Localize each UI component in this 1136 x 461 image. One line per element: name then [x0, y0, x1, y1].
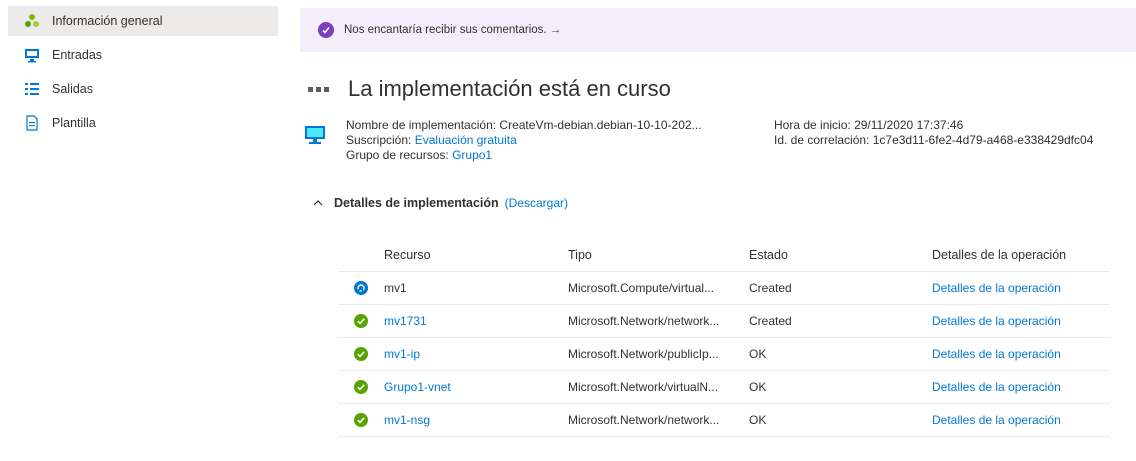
sidebar-item-inputs[interactable]: Entradas	[8, 40, 278, 70]
main-content: Nos encantaría recibir sus comentarios. …	[300, 0, 1136, 461]
operation-details-link[interactable]: Detalles de la operación	[932, 281, 1110, 295]
status-cell	[338, 281, 384, 295]
start-time-label: Hora de inicio:	[774, 118, 851, 132]
template-icon	[24, 115, 40, 131]
resource-group-label: Grupo de recursos:	[346, 148, 449, 162]
feedback-text: Nos encantaría recibir sus comentarios. …	[344, 24, 562, 36]
sidebar-item-label: Información general	[52, 14, 163, 28]
success-icon	[354, 380, 368, 394]
table-row: mv1 Microsoft.Compute/virtual... Created…	[338, 272, 1110, 305]
resource-state: OK	[749, 413, 767, 427]
in-progress-dots-icon	[308, 85, 332, 93]
resource-state: Created	[749, 314, 792, 328]
info-column-left: Nombre de implementación: CreateVm-debia…	[346, 118, 702, 163]
subscription-link[interactable]: Evaluación gratuita	[415, 133, 517, 147]
download-link[interactable]: (Descargar)	[505, 196, 568, 210]
page-header: La implementación está en curso	[308, 76, 671, 102]
operation-details-link[interactable]: Detalles de la operación	[932, 347, 1110, 361]
success-icon	[354, 314, 368, 328]
status-cell	[338, 347, 384, 361]
sidebar-item-label: Entradas	[52, 48, 103, 62]
sidebar-item-overview[interactable]: Información general	[8, 6, 278, 36]
success-icon	[354, 413, 368, 427]
resource-type: Microsoft.Network/network...	[568, 314, 720, 328]
operation-details-link[interactable]: Detalles de la operación	[932, 413, 1110, 427]
outputs-icon	[24, 81, 40, 97]
table-row: mv1731 Microsoft.Network/network... Crea…	[338, 305, 1110, 338]
page-title: La implementación está en curso	[348, 76, 671, 101]
resource-group-link[interactable]: Grupo1	[452, 148, 492, 162]
table-row: Grupo1-vnet Microsoft.Network/virtualN..…	[338, 371, 1110, 404]
correlation-id-label: Id. de correlación:	[774, 133, 870, 147]
resource-type: Microsoft.Network/network...	[568, 413, 720, 427]
resource-name: mv1	[384, 281, 407, 295]
sidebar-item-label: Salidas	[52, 82, 93, 96]
success-icon	[354, 347, 368, 361]
resource-link[interactable]: mv1-nsg	[384, 413, 568, 427]
deployment-info: Nombre de implementación: CreateVm-debia…	[300, 118, 1136, 170]
table-row: mv1-ip Microsoft.Network/publicIp... OK …	[338, 338, 1110, 371]
resource-state: Created	[749, 281, 792, 295]
status-cell	[338, 314, 384, 328]
sidebar-item-template[interactable]: Plantilla	[8, 108, 278, 138]
deployment-details-toggle[interactable]: Detalles de implementación (Descargar)	[312, 196, 568, 210]
details-title: Detalles de implementación	[334, 196, 499, 210]
overview-icon	[24, 13, 40, 29]
subscription-label: Suscripción:	[346, 133, 412, 147]
column-header-resource: Recurso	[384, 247, 431, 262]
resource-type: Microsoft.Network/virtualN...	[568, 380, 719, 394]
deployment-resources-table: Recurso Tipo Estado Detalles de la opera…	[338, 238, 1110, 437]
deployment-name-label: Nombre de implementación:	[346, 118, 497, 132]
column-header-type: Tipo	[568, 247, 592, 262]
table-header-row: Recurso Tipo Estado Detalles de la opera…	[338, 238, 1110, 272]
deployment-name-value: CreateVm-debian.debian-10-10-202...	[499, 118, 702, 132]
status-cell	[338, 380, 384, 394]
start-time-value: 29/11/2020 17:37:46	[854, 118, 964, 132]
resource-link[interactable]: Grupo1-vnet	[384, 380, 568, 394]
virtual-machine-icon	[304, 124, 326, 146]
resource-link[interactable]: mv1-ip	[384, 347, 568, 361]
operation-details-link[interactable]: Detalles de la operación	[932, 380, 1110, 394]
sidebar-item-outputs[interactable]: Salidas	[8, 74, 278, 104]
sidebar-item-label: Plantilla	[52, 116, 96, 130]
resource-link[interactable]: mv1731	[384, 314, 568, 328]
operation-details-link[interactable]: Detalles de la operación	[932, 314, 1110, 328]
in-progress-icon	[354, 281, 368, 295]
resource-state: OK	[749, 347, 767, 361]
inputs-icon	[24, 47, 40, 63]
status-cell	[338, 413, 384, 427]
feedback-banner[interactable]: Nos encantaría recibir sus comentarios. …	[300, 8, 1136, 52]
heart-icon	[318, 22, 334, 38]
resource-type: Microsoft.Network/publicIp...	[568, 347, 719, 361]
info-column-right: Hora de inicio: 29/11/2020 17:37:46 Id. …	[774, 118, 1093, 148]
column-header-state: Estado	[749, 247, 788, 262]
chevron-up-icon	[312, 197, 324, 209]
resource-type: Microsoft.Compute/virtual...	[568, 281, 715, 295]
resource-state: OK	[749, 380, 767, 394]
sidebar: Información general Entradas Salidas Pla…	[0, 0, 290, 461]
column-header-operation-details: Detalles de la operación	[932, 247, 1067, 262]
table-row: mv1-nsg Microsoft.Network/network... OK …	[338, 404, 1110, 437]
correlation-id-value: 1c7e3d11-6fe2-4d79-a468-e338429dfc04	[872, 133, 1094, 147]
